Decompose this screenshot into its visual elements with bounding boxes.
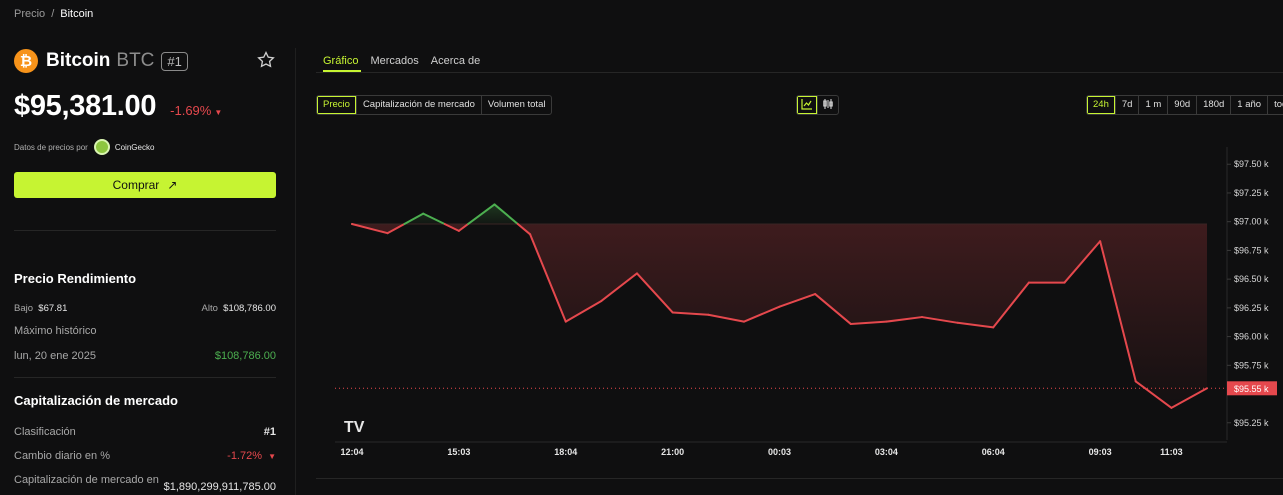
data-point[interactable] bbox=[920, 315, 924, 319]
x-tick-label: 09:03 bbox=[1089, 447, 1112, 457]
last-price-label: $95.55 k bbox=[1234, 384, 1269, 394]
data-point[interactable] bbox=[1134, 379, 1138, 383]
y-tick-label: $96.00 k bbox=[1234, 332, 1269, 342]
x-tick-label: 12:04 bbox=[340, 447, 363, 457]
data-point[interactable] bbox=[849, 322, 853, 326]
price-chart[interactable]: $97.50 k $97.25 k $97.00 k $96.75 k $96.50 k… bbox=[0, 0, 1283, 495]
data-point[interactable] bbox=[956, 321, 960, 325]
data-point[interactable] bbox=[564, 320, 568, 324]
data-point[interactable] bbox=[813, 292, 817, 296]
data-point[interactable] bbox=[1169, 406, 1173, 410]
data-point[interactable] bbox=[884, 320, 888, 324]
data-point[interactable] bbox=[1098, 239, 1102, 243]
x-tick-label: 15:03 bbox=[447, 447, 470, 457]
y-tick-label: $96.75 k bbox=[1234, 245, 1269, 255]
x-tick-label: 00:03 bbox=[768, 447, 791, 457]
data-point[interactable] bbox=[493, 202, 497, 206]
x-tick-label: 03:04 bbox=[875, 447, 898, 457]
data-point[interactable] bbox=[528, 232, 532, 236]
data-point[interactable] bbox=[706, 313, 710, 317]
y-tick-label: $95.75 k bbox=[1234, 360, 1269, 370]
y-tick-label: $97.00 k bbox=[1234, 217, 1269, 227]
data-point[interactable] bbox=[1063, 281, 1067, 285]
data-point[interactable] bbox=[599, 299, 603, 303]
data-point[interactable] bbox=[1027, 281, 1031, 285]
y-tick-label: $95.25 k bbox=[1234, 418, 1269, 428]
data-point[interactable] bbox=[457, 229, 461, 233]
y-tick-label: $96.25 k bbox=[1234, 303, 1269, 313]
data-point[interactable] bbox=[778, 305, 782, 309]
x-tick-label: 06:04 bbox=[982, 447, 1005, 457]
data-point[interactable] bbox=[671, 310, 675, 314]
area-below-open bbox=[352, 223, 1207, 408]
data-point[interactable] bbox=[386, 231, 390, 235]
y-tick-label: $96.50 k bbox=[1234, 274, 1269, 284]
data-point[interactable] bbox=[991, 325, 995, 329]
data-point[interactable] bbox=[635, 271, 639, 275]
data-point[interactable] bbox=[350, 222, 354, 226]
x-tick-label: 18:04 bbox=[554, 447, 577, 457]
x-tick-label: 11:03 bbox=[1160, 447, 1183, 457]
area-above-open bbox=[352, 204, 518, 224]
y-tick-label: $97.50 k bbox=[1234, 159, 1269, 169]
x-tick-label: 21:00 bbox=[661, 447, 684, 457]
chart-bottom-divider bbox=[316, 478, 1283, 479]
y-tick-label: $97.25 k bbox=[1234, 188, 1269, 198]
data-point[interactable] bbox=[421, 212, 425, 216]
data-point[interactable] bbox=[742, 320, 746, 324]
tradingview-watermark: TV bbox=[344, 419, 365, 436]
